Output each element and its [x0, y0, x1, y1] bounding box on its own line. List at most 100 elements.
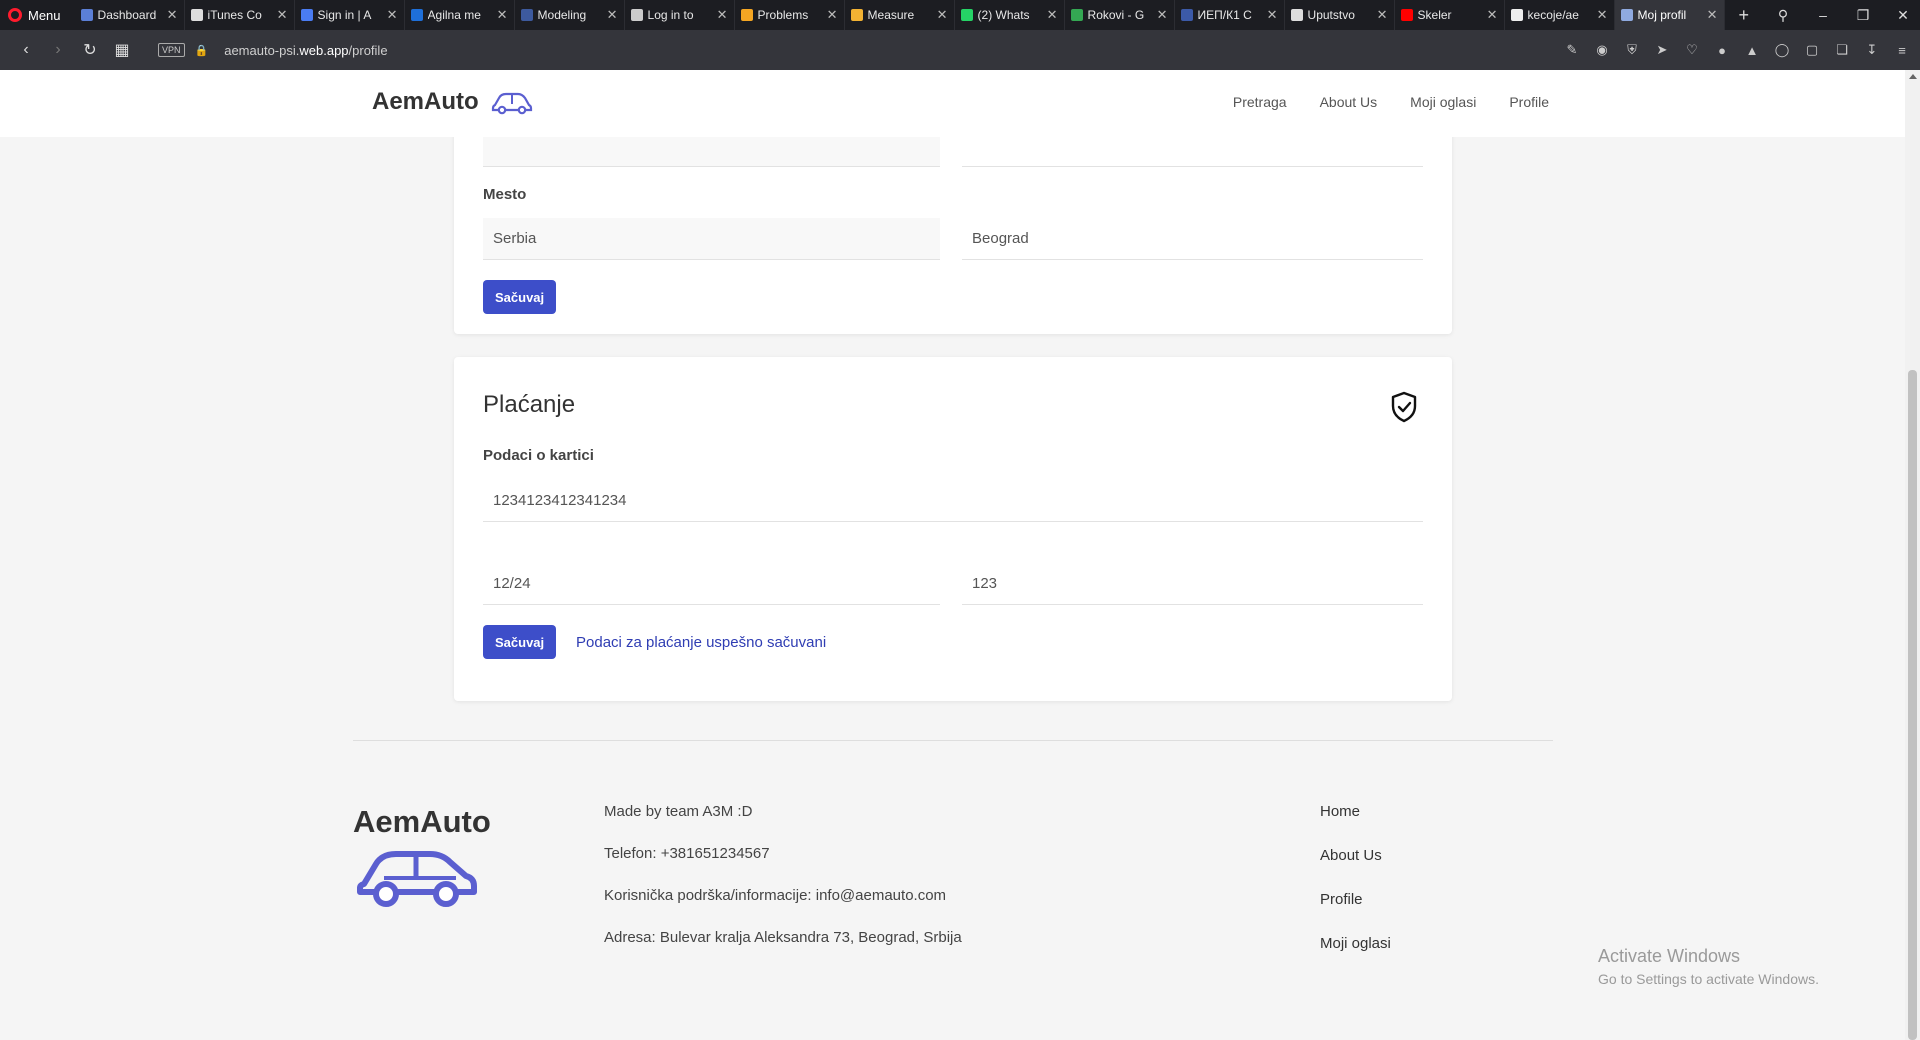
url-path: /profile [348, 42, 388, 58]
browser-tab[interactable]: Measure ✕ [845, 0, 955, 30]
footer-link-moji-oglasi[interactable]: Moji oglasi [1320, 935, 1391, 979]
close-window-button[interactable]: ✕ [1883, 7, 1920, 24]
vpn-badge[interactable]: VPN [158, 43, 185, 57]
metamask-icon[interactable]: ▲ [1744, 42, 1760, 58]
heart-icon[interactable]: ♡ [1684, 42, 1700, 58]
footer-team: Made by team A3M :D [604, 803, 753, 820]
tab-close-icon[interactable]: ✕ [387, 7, 398, 23]
minimize-button[interactable]: – [1803, 7, 1843, 23]
reload-button[interactable]: ↻ [74, 40, 106, 60]
tab-title: (2) Whats [977, 8, 1030, 22]
camera-icon[interactable]: ◉ [1594, 42, 1610, 58]
wallet-icon[interactable]: ▢ [1804, 42, 1820, 58]
browser-tab[interactable]: Rokovi - G ✕ [1065, 0, 1175, 30]
nav-pretraga[interactable]: Pretraga [1233, 94, 1287, 110]
profile-icon[interactable]: ◯ [1774, 42, 1790, 58]
tab-favicon-icon [960, 9, 973, 21]
settings-icon[interactable]: ≡ [1894, 42, 1910, 58]
extension-icon[interactable]: ● [1714, 42, 1730, 58]
tab-close-icon[interactable]: ✕ [607, 7, 618, 23]
url-field[interactable]: aemauto-psi.web.app/profile [224, 43, 387, 58]
tab-close-icon[interactable]: ✕ [1377, 7, 1388, 23]
tab-close-icon[interactable]: ✕ [1047, 7, 1058, 23]
menu-label: Menu [28, 7, 61, 23]
tab-close-icon[interactable]: ✕ [167, 7, 178, 23]
tab-favicon-icon [850, 9, 863, 21]
opera-menu-button[interactable]: Menu [0, 0, 75, 30]
browser-tab[interactable]: Problems ✕ [735, 0, 845, 30]
tab-search-icon[interactable]: ⚲ [1763, 7, 1803, 24]
payment-card: Plaćanje Podaci o kartici 12341234123412… [454, 357, 1452, 701]
expiry-input[interactable]: 12/24 [483, 563, 940, 605]
page-scrollbar[interactable] [1905, 70, 1920, 1040]
tab-favicon-icon [1180, 9, 1193, 21]
browser-tab[interactable]: Log in to ✕ [625, 0, 735, 30]
nav-moji-oglasi[interactable]: Moji oglasi [1410, 94, 1476, 110]
browser-tab-bar: Menu Dashboard ✕ iTunes Co ✕ Sign in | A ✕ Agi… [0, 0, 1920, 30]
back-button[interactable]: ‹ [10, 41, 42, 59]
card-number-input[interactable]: 1234123412341234 [483, 480, 1423, 522]
tab-title: iTunes Co [207, 8, 262, 22]
tab-close-icon[interactable]: ✕ [1707, 7, 1718, 23]
lock-icon[interactable]: 🔒 [195, 44, 209, 57]
tab-close-icon[interactable]: ✕ [1597, 7, 1608, 23]
site-header: AemAuto Pretraga About Us Moji oglasi Pr… [0, 70, 1905, 137]
browser-tab[interactable]: Uputstvo ✕ [1285, 0, 1395, 30]
browser-tab[interactable]: Agilna me ✕ [405, 0, 515, 30]
footer-link-profile[interactable]: Profile [1320, 891, 1391, 935]
place-label: Mesto [483, 186, 527, 203]
save-payment-button[interactable]: Sačuvaj [483, 625, 557, 659]
tab-favicon-icon [1400, 9, 1413, 21]
browser-tab[interactable]: Modeling ✕ [515, 0, 625, 30]
address-bar: ‹ › ↻ ▦ VPN 🔒 aemauto-psi.web.app/profil… [0, 30, 1920, 70]
footer-link-home[interactable]: Home [1320, 803, 1391, 847]
shield-icon[interactable]: ⛨ [1624, 42, 1640, 58]
tab-title: Measure [867, 8, 915, 22]
tab-title: Modeling [537, 8, 587, 22]
download-icon[interactable]: ↧ [1864, 42, 1880, 58]
nav-about-us[interactable]: About Us [1320, 94, 1378, 110]
browser-tab[interactable]: Skeler ✕ [1395, 0, 1505, 30]
new-tab-button[interactable]: + [1725, 5, 1764, 26]
footer-links: Home About Us Profile Moji oglasi [1320, 803, 1391, 979]
send-icon[interactable]: ➤ [1654, 42, 1670, 58]
browser-tab[interactable]: (2) Whats ✕ [955, 0, 1065, 30]
tab-title: Problems [757, 8, 809, 22]
opera-logo-icon [8, 8, 22, 22]
tab-close-icon[interactable]: ✕ [827, 7, 838, 23]
tab-close-icon[interactable]: ✕ [497, 7, 508, 23]
browser-tab[interactable]: iTunes Co ✕ [185, 0, 295, 30]
activate-windows-watermark: Activate Windows Go to Settings to activ… [1598, 946, 1819, 987]
tab-close-icon[interactable]: ✕ [1487, 7, 1498, 23]
browser-tab[interactable]: ИЕП/К1 С ✕ [1175, 0, 1285, 30]
tab-close-icon[interactable]: ✕ [277, 7, 288, 23]
tab-close-icon[interactable]: ✕ [937, 7, 948, 23]
window-controls: ⚲ – ❐ ✕ [1763, 0, 1920, 30]
tab-close-icon[interactable]: ✕ [717, 7, 728, 23]
footer-link-about-us[interactable]: About Us [1320, 847, 1391, 891]
nav-profile[interactable]: Profile [1509, 94, 1549, 110]
city-input[interactable]: Beograd [962, 218, 1423, 260]
scroll-up-icon[interactable] [1909, 74, 1917, 79]
country-input[interactable]: Serbia [483, 218, 940, 260]
tab-favicon-icon [1510, 9, 1523, 21]
shield-check-icon [1391, 391, 1417, 423]
restore-button[interactable]: ❐ [1843, 7, 1883, 24]
footer-info: Made by team A3M :D Telefon: +3816512345… [604, 803, 962, 971]
cube-icon[interactable]: ❏ [1834, 42, 1850, 58]
cvv-input[interactable]: 123 [962, 563, 1423, 605]
brand[interactable]: AemAuto [372, 88, 533, 116]
browser-tab[interactable]: Dashboard ✕ [75, 0, 185, 30]
tab-close-icon[interactable]: ✕ [1267, 7, 1278, 23]
browser-tab[interactable]: kecoje/ae ✕ [1505, 0, 1615, 30]
tab-close-icon[interactable]: ✕ [1157, 7, 1168, 23]
tab-overview-icon[interactable]: ▦ [106, 40, 138, 60]
browser-tab[interactable]: Sign in | A ✕ [295, 0, 405, 30]
save-address-button[interactable]: Sačuvaj [483, 280, 557, 314]
scroll-thumb[interactable] [1908, 370, 1917, 1040]
forward-button[interactable]: › [42, 41, 74, 59]
url-prefix: aemauto-psi. [224, 42, 300, 58]
browser-tab[interactable]: Moj profil ✕ [1614, 0, 1725, 30]
tab-favicon-icon [630, 9, 643, 21]
edit-icon[interactable]: ✎ [1564, 42, 1580, 58]
